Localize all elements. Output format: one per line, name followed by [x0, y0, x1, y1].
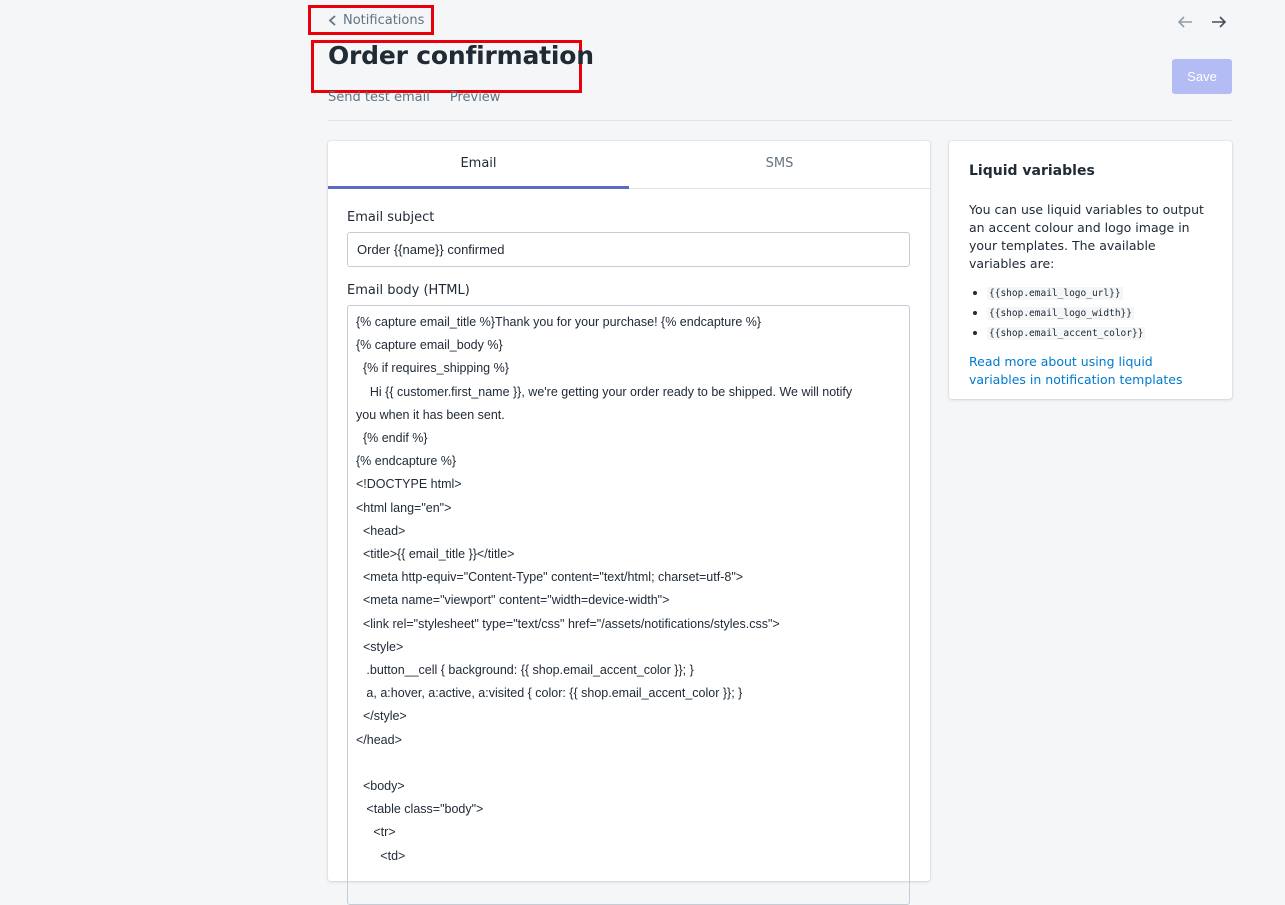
chevron-left-icon [328, 14, 336, 26]
back-to-notifications-link[interactable]: Notifications [308, 5, 434, 35]
list-item: {{shop.email_accent_color}} [987, 323, 1212, 343]
code-line: <style> [356, 639, 404, 654]
save-button[interactable]: Save [1172, 59, 1232, 94]
notification-editor-card: Email SMS Email subject Email body (HTML… [328, 141, 930, 905]
code-line: a, a:hover, a:active, a:visited { color:… [356, 686, 743, 701]
channel-tabs: Email SMS [328, 141, 930, 189]
arrow-right-icon[interactable] [1209, 12, 1229, 32]
send-test-email-action[interactable]: Send test email [328, 90, 430, 105]
code-line: {% if requires_shipping %} [356, 361, 509, 376]
code-line: <td> [356, 848, 406, 863]
list-item: {{shop.email_logo_width}} [987, 303, 1212, 323]
variable-code: {{shop.email_logo_url}} [987, 287, 1123, 300]
email-subject-label: Email subject [347, 210, 435, 225]
code-line: <title>{{ email_title }}</title> [356, 547, 515, 562]
code-line: Hi {{ customer.first_name }}, we're gett… [356, 384, 853, 399]
code-line: {% endif %} [356, 431, 428, 446]
pagination-arrows [1175, 12, 1229, 32]
code-line: </style> [356, 709, 407, 724]
list-item: {{shop.email_logo_url}} [987, 283, 1212, 303]
liquid-variables-description: You can use liquid variables to output a… [969, 202, 1204, 271]
code-line: <meta name="viewport" content="width=dev… [356, 593, 670, 608]
tab-email[interactable]: Email [328, 141, 629, 188]
code-line: <head> [356, 523, 406, 538]
code-line: <html lang="en"> [356, 500, 452, 515]
liquid-variables-card: Liquid variables You can use liquid vari… [949, 141, 1232, 399]
preview-action[interactable]: Preview [450, 90, 501, 105]
liquid-variables-list: {{shop.email_logo_url}} {{shop.email_log… [969, 283, 1212, 343]
variable-code: {{shop.email_logo_width}} [987, 307, 1134, 320]
code-line: .button__cell { background: {{ shop.emai… [356, 663, 694, 678]
code-line: <link rel="stylesheet" type="text/css" h… [356, 616, 780, 631]
page-actions: Send test email Preview [328, 90, 500, 105]
email-body-label: Email body (HTML) [347, 283, 470, 298]
tab-sms[interactable]: SMS [629, 141, 930, 188]
code-line: <meta http-equiv="Content-Type" content=… [356, 570, 744, 585]
email-body-editor[interactable]: {% capture email_title %}Thank you for y… [347, 305, 910, 905]
page-title: Order confirmation [328, 41, 594, 70]
arrow-left-icon[interactable] [1175, 12, 1195, 32]
code-line: {% capture email_title %}Thank you for y… [356, 315, 762, 329]
code-line: <tr> [356, 825, 396, 840]
code-line: <table class="body"> [356, 802, 484, 817]
code-line: {% endcapture %} [356, 454, 457, 469]
active-tab-indicator [328, 186, 629, 189]
code-line: you when it has been sent. [356, 407, 505, 422]
header-divider [328, 120, 1232, 121]
code-line: <!DOCTYPE html> [356, 477, 462, 492]
back-link-label: Notifications [343, 12, 425, 28]
liquid-variables-title: Liquid variables [969, 163, 1095, 179]
code-line: <body> [356, 779, 405, 794]
code-line: {% capture email_body %} [356, 338, 503, 353]
code-line: </head> [356, 732, 402, 747]
variable-code: {{shop.email_accent_color}} [987, 327, 1146, 340]
email-subject-input[interactable] [347, 232, 910, 267]
liquid-variables-docs-link[interactable]: Read more about using liquid variables i… [969, 353, 1212, 389]
